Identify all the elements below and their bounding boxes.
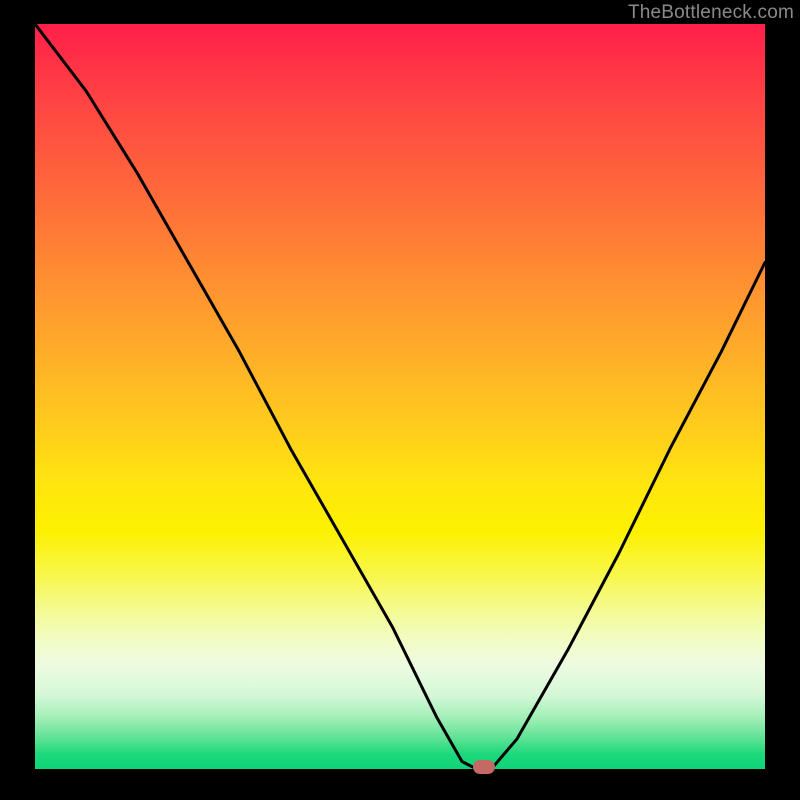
optimal-marker [473,760,495,774]
plot-area [35,24,765,769]
chart-frame: TheBottleneck.com [0,0,800,800]
watermark-text: TheBottleneck.com [628,2,794,24]
bottleneck-curve [35,24,765,769]
